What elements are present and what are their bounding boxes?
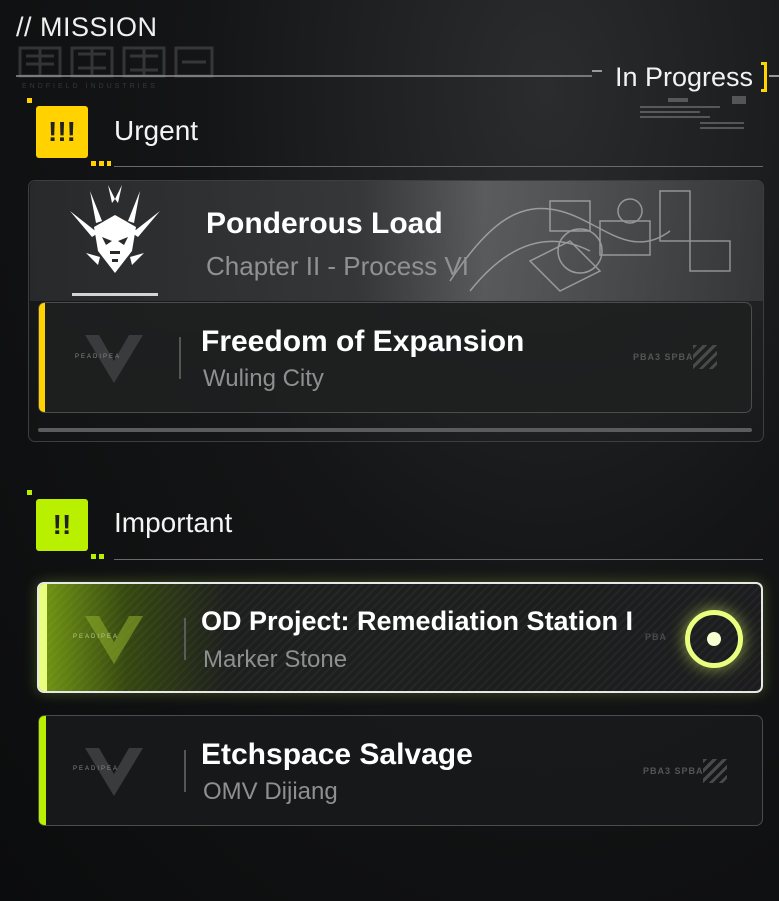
mission-subtitle: Chapter II - Process VI (206, 251, 469, 281)
vertical-divider (184, 750, 186, 792)
faction-emblem-icon (85, 616, 143, 664)
mission-tag: PBA3 SPBA (633, 352, 694, 362)
mission-subtitle: OMV Dijiang (203, 778, 338, 805)
mission-tag: PBA (645, 632, 668, 642)
corner-marker (27, 490, 32, 495)
mission-title: OD Project: Remediation Station I (201, 606, 634, 636)
status-label[interactable]: In Progress (615, 62, 753, 93)
category-label-urgent: Urgent (114, 115, 199, 146)
corner-marker (27, 98, 32, 103)
header-divider (16, 75, 592, 77)
stripes-icon (693, 345, 717, 369)
target-icon[interactable] (685, 610, 743, 668)
faction-emblem-icon (85, 748, 143, 796)
important-badge-text: !! (52, 509, 72, 540)
brand-subtext: ENDFIELD INDUSTRIES (22, 83, 158, 90)
accent-bar (39, 303, 45, 412)
badge-dots (91, 161, 111, 166)
mission-title: Etchspace Salvage (201, 738, 473, 771)
faction-label: PEADIPEA (75, 354, 122, 360)
badge-dots (91, 554, 105, 559)
endfield-logo: ENDFIELD INDUSTRIES (18, 46, 214, 90)
mission-card-etchspace-salvage[interactable]: PEADIPEA Etchspace Salvage OMV Dijiang P… (38, 715, 763, 826)
accent-bar (39, 716, 46, 825)
faction-label: PEADIPEA (73, 634, 120, 640)
category-divider (114, 166, 763, 167)
important-badge: !! (36, 499, 88, 551)
stripes-icon (703, 759, 727, 783)
category-label-important: Important (114, 507, 233, 538)
urgent-badge-text: !!! (48, 116, 76, 147)
vertical-divider (179, 337, 181, 379)
vertical-divider (184, 618, 186, 660)
mission-title: Freedom of Expansion (201, 325, 525, 358)
accent-bar (39, 584, 47, 691)
mission-title: Ponderous Load (206, 207, 443, 240)
mission-subtitle: Marker Stone (203, 646, 348, 673)
status-bracket (761, 62, 767, 92)
mission-artwork (449, 190, 731, 292)
mission-tag: PBA3 SPBA (643, 766, 704, 776)
mission-subtitle: Wuling City (203, 365, 324, 392)
page-title: // MISSION (16, 12, 158, 42)
mission-card-ponderous-load[interactable]: Ponderous Load Chapter II - Process VI (30, 181, 763, 301)
group-scrollbar[interactable] (38, 428, 752, 432)
target-dot (707, 632, 721, 646)
header-divider-end (769, 75, 779, 77)
mission-card-freedom-of-expansion[interactable]: PEADIPEA Freedom of Expansion Wuling Cit… (38, 302, 752, 413)
header-divider-tick (592, 70, 602, 72)
faction-label: PEADIPEA (73, 766, 120, 772)
mission-card-od-project[interactable]: PEADIPEA OD Project: Remediation Station… (37, 582, 763, 693)
decorative-info-block (640, 96, 746, 129)
urgent-badge: !!! (36, 106, 88, 158)
category-divider (114, 559, 763, 560)
dragon-skull-icon (70, 185, 160, 296)
